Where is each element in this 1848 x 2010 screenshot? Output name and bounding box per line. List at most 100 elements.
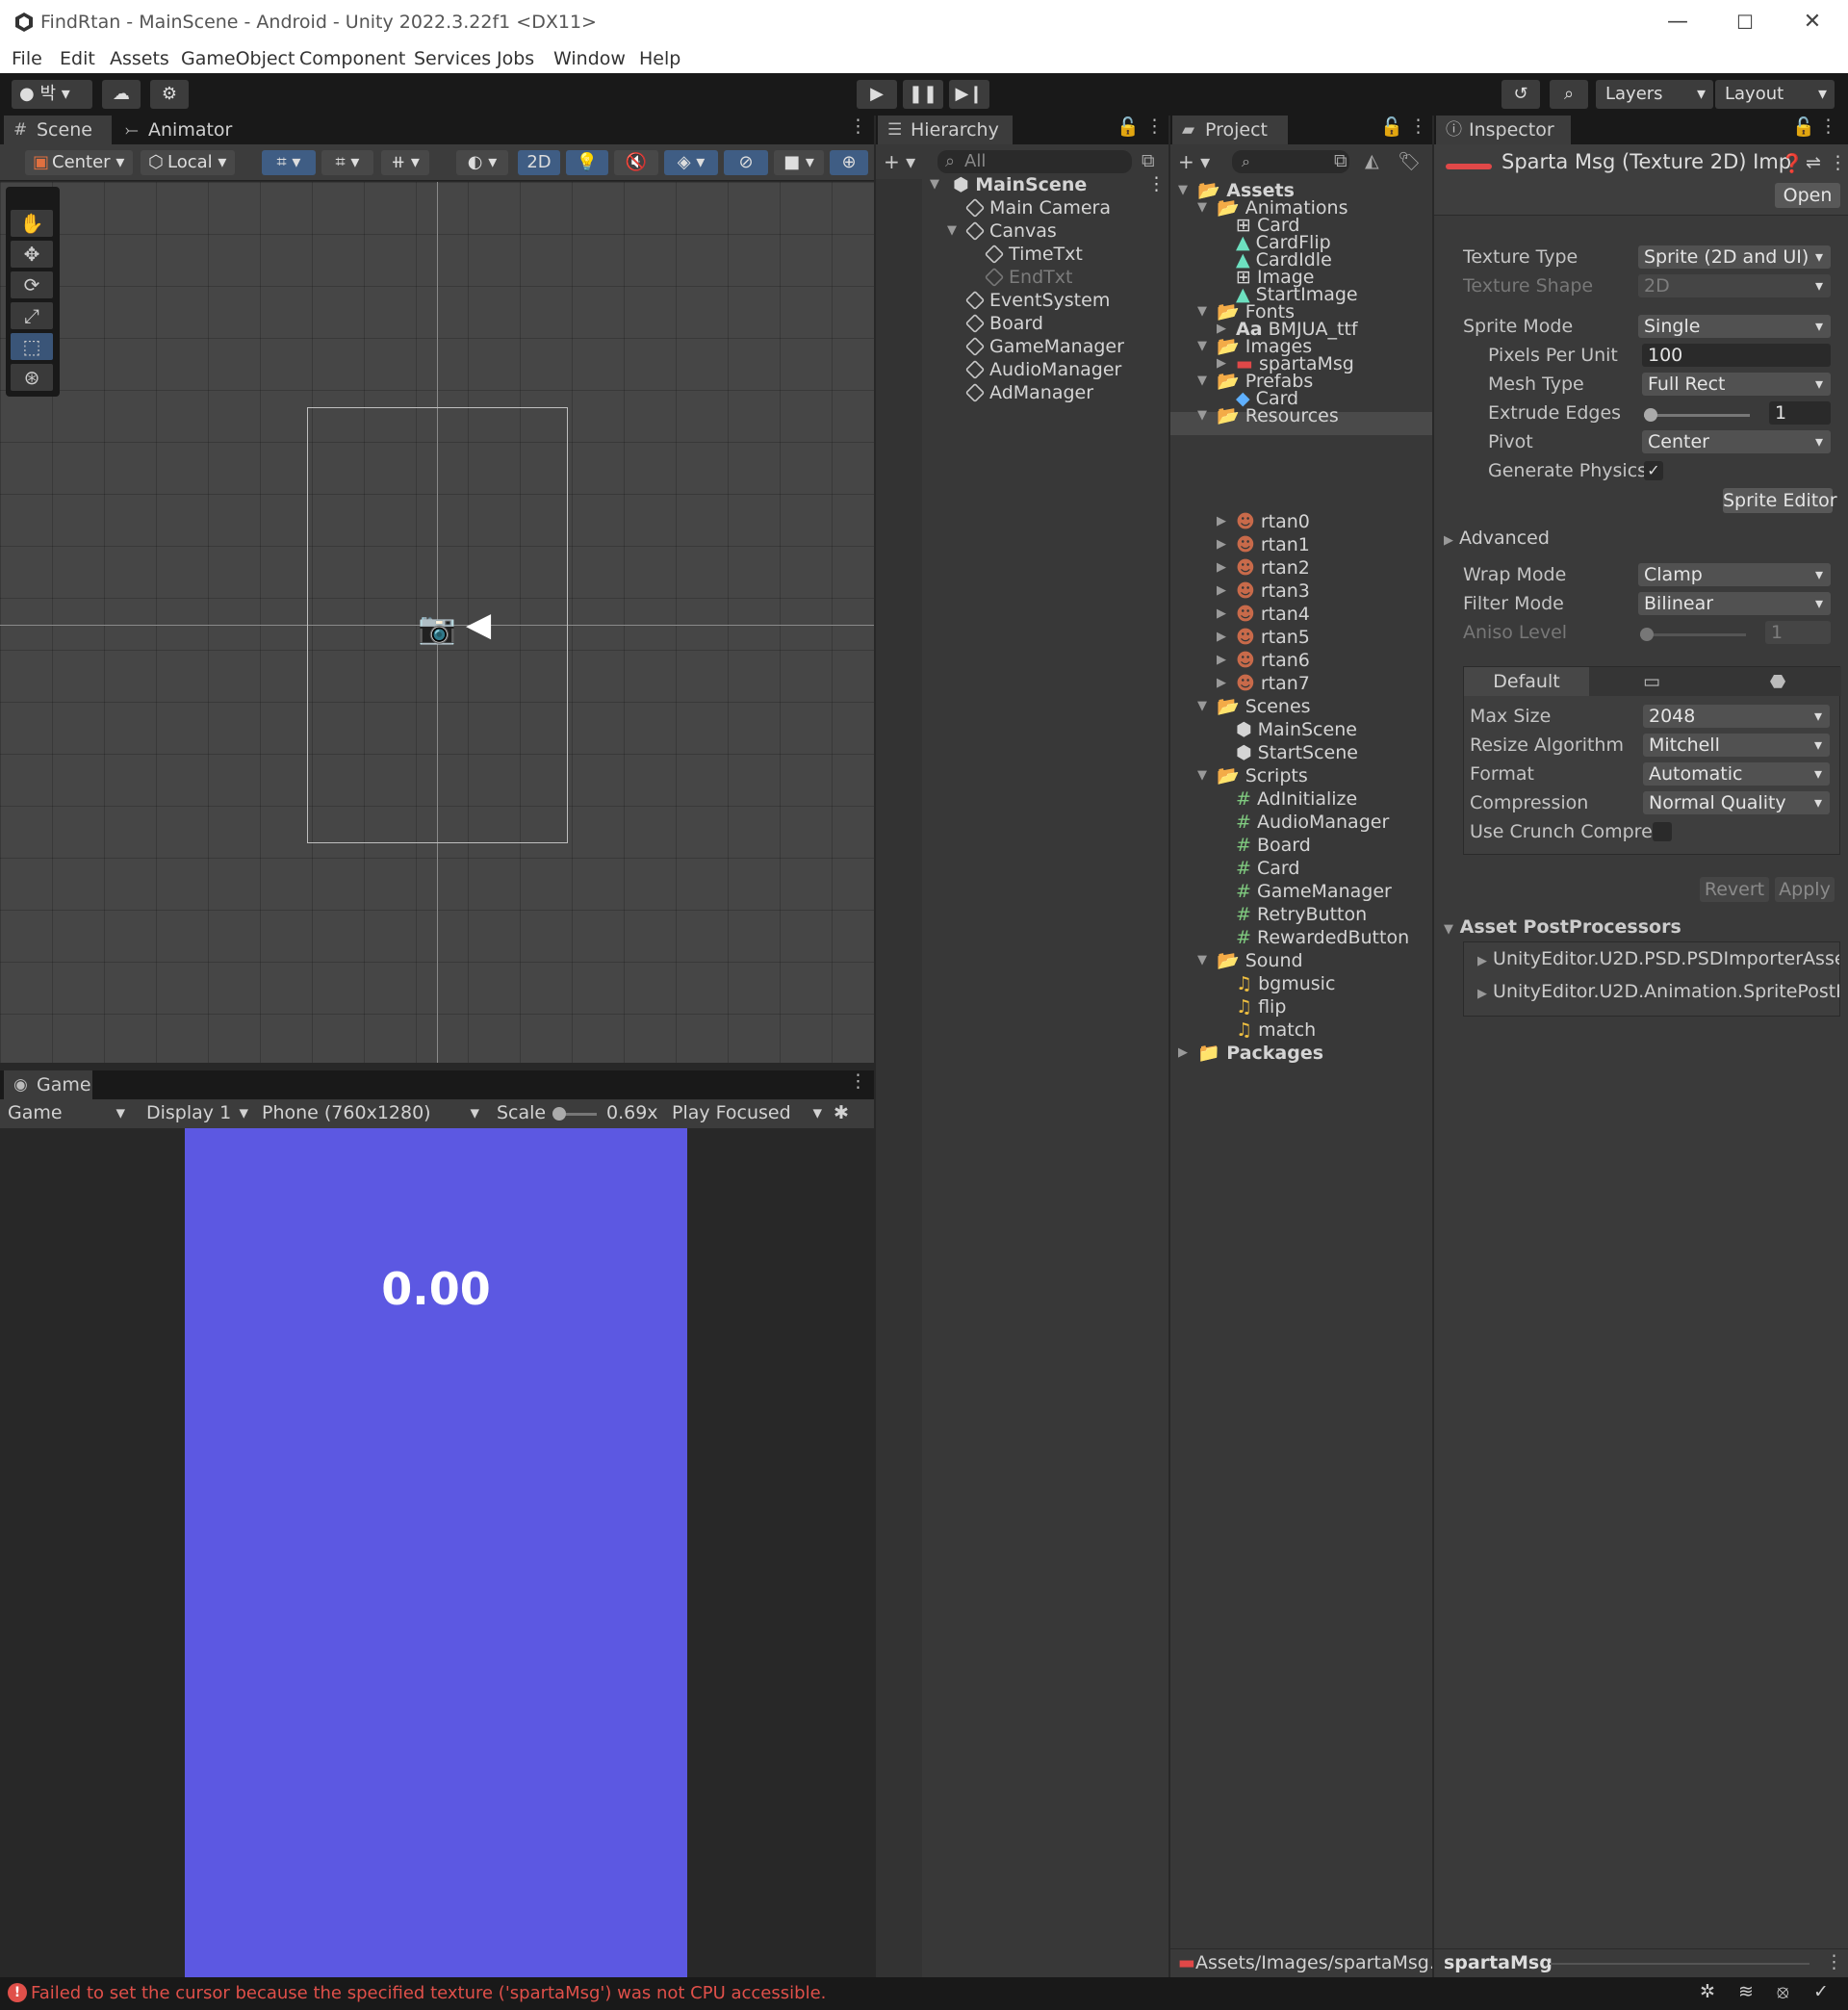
- scale-tool-icon[interactable]: ⤢: [11, 302, 53, 329]
- filter-mode-dropdown[interactable]: Bilinear: [1638, 592, 1831, 615]
- gizmos-icon[interactable]: ⊕: [830, 150, 868, 175]
- asset-row[interactable]: ⬢ StartScene: [1236, 741, 1358, 764]
- menu-gameobject[interactable]: GameObject: [181, 48, 295, 69]
- menu-file[interactable]: File: [12, 48, 42, 69]
- asset-row[interactable]: ▶ ☻ rtan1: [1217, 533, 1310, 556]
- play-button[interactable]: ▶: [857, 80, 897, 109]
- asset-row[interactable]: ▶ ☻ rtan2: [1217, 556, 1310, 580]
- tab-platform-standalone[interactable]: ▭: [1589, 667, 1714, 696]
- compression-dropdown[interactable]: Normal Quality: [1643, 791, 1830, 814]
- search-window-icon[interactable]: ⧉: [1334, 150, 1348, 171]
- more-icon[interactable]: ⋮: [1825, 1951, 1843, 1972]
- pause-button[interactable]: ❚❚: [903, 80, 943, 109]
- ppu-input[interactable]: 100: [1642, 344, 1831, 367]
- more-icon[interactable]: ⋮: [1409, 116, 1427, 137]
- tab-hierarchy[interactable]: ☰ Hierarchy: [878, 116, 1013, 144]
- filter-type-icon[interactable]: ◭: [1365, 150, 1379, 171]
- asset-row[interactable]: ♫ bgmusic: [1236, 972, 1335, 995]
- game-view-dropdown[interactable]: Game ▾: [8, 1102, 129, 1123]
- hierarchy-scene-row[interactable]: ▼ ⬢ MainScene: [930, 173, 1087, 196]
- check-circle-icon[interactable]: ✓: [1813, 1981, 1829, 2002]
- bug-icon[interactable]: ✱: [834, 1102, 849, 1123]
- asset-row[interactable]: ▶ ☻ rtan3: [1217, 580, 1310, 603]
- hierarchy-item[interactable]: GameManager: [964, 335, 1124, 358]
- search-icon[interactable]: ⌕: [1550, 80, 1588, 109]
- resolution-dropdown[interactable]: Phone (760x1280) ▾: [262, 1102, 483, 1123]
- asset-row[interactable]: # Board: [1236, 834, 1311, 857]
- menu-window[interactable]: Window: [553, 48, 626, 69]
- debug-icon[interactable]: ✲: [1700, 1981, 1715, 2002]
- max-size-dropdown[interactable]: 2048: [1643, 705, 1830, 728]
- asset-row[interactable]: ▶ ☻ rtan6: [1217, 649, 1310, 672]
- scene-viewport[interactable]: 📷 ◀: [0, 182, 874, 1063]
- hierarchy-item[interactable]: Board: [964, 312, 1043, 335]
- crunch-checkbox[interactable]: [1653, 822, 1672, 841]
- folder-row-sound[interactable]: ▼ 📂 Sound: [1197, 949, 1303, 972]
- effects-button[interactable]: ◈ ▾: [664, 150, 718, 175]
- asset-row[interactable]: # RewardedButton: [1236, 926, 1409, 949]
- menu-jobs[interactable]: Jobs: [497, 48, 534, 69]
- hierarchy-item[interactable]: AdManager: [964, 381, 1093, 404]
- menu-help[interactable]: Help: [639, 48, 680, 69]
- folder-row-scenes[interactable]: ▼ 📂 Scenes: [1197, 695, 1311, 718]
- asset-row[interactable]: ▶ ☻ rtan4: [1217, 603, 1310, 626]
- hierarchy-search-input[interactable]: ⌕ All: [937, 150, 1132, 173]
- rotate-tool-icon[interactable]: ⟳: [11, 271, 53, 298]
- asset-row[interactable]: ▶ ☻ rtan0: [1217, 510, 1310, 533]
- asset-row[interactable]: # RetryButton: [1236, 903, 1367, 926]
- 2d-mode-button[interactable]: 2D: [518, 150, 560, 175]
- resize-dropdown[interactable]: Mitchell: [1643, 734, 1830, 757]
- asset-row[interactable]: # GameManager: [1236, 880, 1392, 903]
- extrude-input[interactable]: 1: [1769, 401, 1831, 425]
- hierarchy-item[interactable]: ▼ Canvas: [947, 219, 1057, 243]
- network-icon[interactable]: ⦻: [1777, 1981, 1789, 2002]
- hierarchy-item[interactable]: TimeTxt: [984, 243, 1083, 266]
- more-icon[interactable]: ⋮: [1145, 116, 1164, 137]
- pivot-dropdown[interactable]: ▣ Center ▾: [25, 150, 133, 175]
- postprocessor-item[interactable]: ▶ UnityEditor.U2D.Animation.SpritePostPr…: [1477, 981, 1839, 1002]
- hierarchy-item[interactable]: Main Camera: [964, 196, 1111, 219]
- move-tool-icon[interactable]: ✥: [11, 241, 53, 268]
- status-message[interactable]: Failed to set the cursor because the spe…: [31, 1983, 826, 2003]
- asset-row[interactable]: ▶ ☻ rtan7: [1217, 672, 1310, 695]
- hierarchy-item[interactable]: EventSystem: [964, 289, 1110, 312]
- revert-button[interactable]: Revert: [1700, 877, 1769, 902]
- menu-assets[interactable]: Assets: [110, 48, 169, 69]
- asset-row[interactable]: ▶ ☻ rtan5: [1217, 626, 1310, 649]
- collab-icon[interactable]: ⚙: [150, 80, 189, 109]
- tab-platform-android[interactable]: ⬣: [1714, 667, 1841, 696]
- step-button[interactable]: ▶❙: [949, 80, 989, 109]
- stack-icon[interactable]: ≋: [1738, 1981, 1754, 2002]
- space-dropdown[interactable]: ⬡ Local ▾: [141, 150, 235, 175]
- increment-snap-button[interactable]: ⌗ ▾: [321, 150, 373, 175]
- create-button[interactable]: + ▾: [1178, 150, 1210, 173]
- play-focus-dropdown[interactable]: Play Focused ▾: [672, 1102, 822, 1123]
- postprocessors-foldout[interactable]: ▼ Asset PostProcessors: [1444, 916, 1681, 938]
- asset-row[interactable]: ♫ flip: [1236, 995, 1286, 1018]
- more-icon[interactable]: ⋮: [1819, 116, 1837, 137]
- maximize-button[interactable]: ☐: [1723, 6, 1767, 39]
- hierarchy-item-inactive[interactable]: EndTxt: [984, 266, 1072, 289]
- audio-mute-icon[interactable]: 🔇: [614, 150, 658, 175]
- camera-gizmo-icon[interactable]: 📷: [418, 609, 456, 646]
- cloud-icon[interactable]: ☁: [102, 80, 141, 109]
- shading-mode-button[interactable]: ◐ ▾: [456, 150, 508, 175]
- asset-row[interactable]: ♫ match: [1236, 1018, 1316, 1042]
- rect-tool-icon[interactable]: ⬚: [11, 333, 53, 360]
- grid-visibility-button[interactable]: ⧺ ▾: [381, 150, 429, 175]
- more-icon[interactable]: ⋮: [849, 116, 867, 137]
- sprite-editor-button[interactable]: Sprite Editor: [1723, 488, 1837, 513]
- asset-row[interactable]: # Card: [1236, 857, 1299, 880]
- postprocessor-item[interactable]: ▶ UnityEditor.U2D.PSD.PSDImporterAssetPo: [1477, 948, 1839, 969]
- apply-button[interactable]: Apply: [1775, 877, 1835, 902]
- lock-icon[interactable]: 🔓: [1116, 116, 1140, 138]
- history-icon[interactable]: ↺: [1502, 80, 1540, 109]
- minimize-button[interactable]: —: [1656, 6, 1700, 39]
- display-dropdown[interactable]: Display 1 ▾: [146, 1102, 252, 1123]
- extrude-slider[interactable]: [1644, 408, 1750, 422]
- tab-game[interactable]: ◉ Game: [4, 1070, 92, 1099]
- transform-tool-icon[interactable]: ⊛: [11, 364, 53, 391]
- asset-row[interactable]: ⬢ MainScene: [1236, 718, 1357, 741]
- sprite-mode-dropdown[interactable]: Single: [1638, 315, 1831, 338]
- asset-row[interactable]: # AudioManager: [1236, 811, 1389, 834]
